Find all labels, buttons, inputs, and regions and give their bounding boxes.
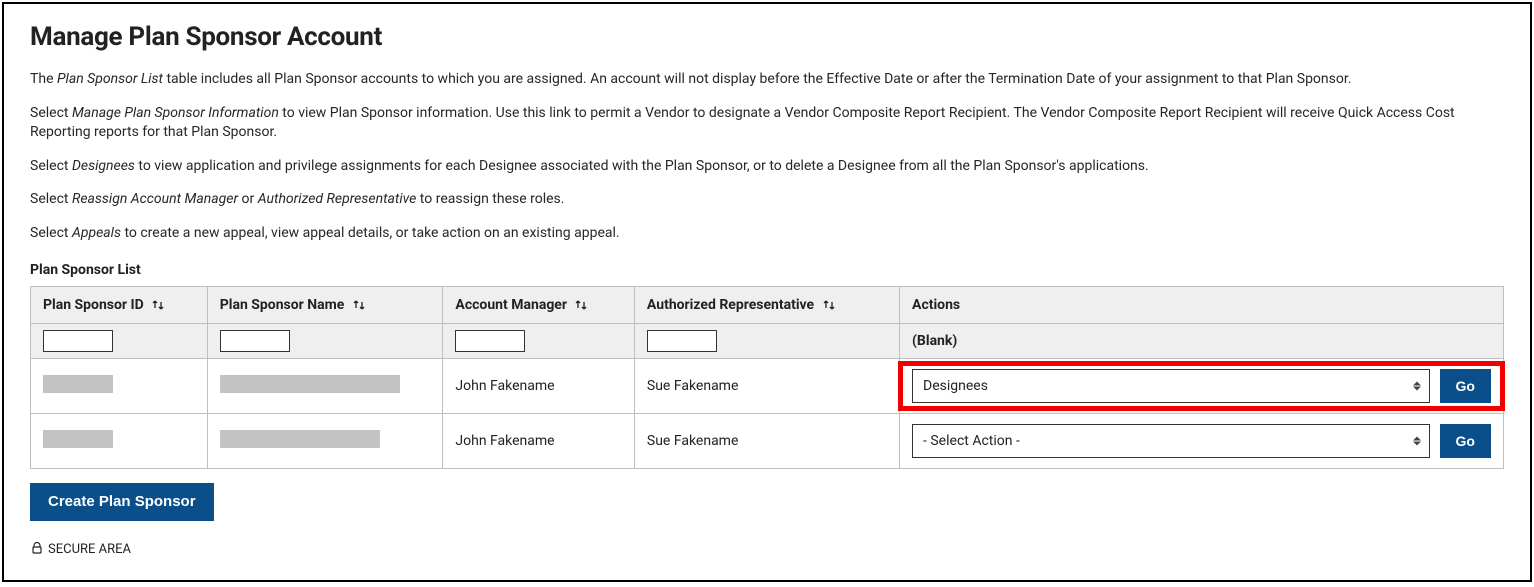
col-header-manager[interactable]: Account Manager: [443, 286, 634, 323]
sort-icon: [352, 298, 366, 312]
cell-rep: Sue Fakename: [634, 358, 899, 413]
go-button[interactable]: Go: [1440, 369, 1491, 403]
cell-manager: John Fakename: [443, 358, 634, 413]
filter-rep-input[interactable]: [647, 330, 717, 352]
redacted-name: [220, 430, 380, 448]
col-header-name[interactable]: Plan Sponsor Name: [207, 286, 443, 323]
go-button[interactable]: Go: [1440, 424, 1491, 458]
redacted-name: [220, 375, 400, 393]
cell-manager: John Fakename: [443, 413, 634, 468]
action-select[interactable]: Designees: [912, 369, 1430, 403]
intro-paragraph-5: Select Appeals to create a new appeal, v…: [30, 224, 1504, 244]
redacted-id: [43, 430, 113, 448]
sort-icon: [822, 298, 836, 312]
intro-paragraph-2: Select Manage Plan Sponsor Information t…: [30, 104, 1504, 143]
table-filter-row: (Blank): [31, 323, 1504, 358]
select-caret-icon: [1413, 436, 1421, 445]
action-select[interactable]: - Select Action -: [912, 424, 1430, 458]
filter-name-input[interactable]: [220, 330, 290, 352]
sort-icon: [574, 298, 588, 312]
page-title: Manage Plan Sponsor Account: [30, 22, 1504, 52]
lock-icon: [30, 541, 44, 559]
col-header-id[interactable]: Plan Sponsor ID: [31, 286, 208, 323]
table-row: John Fakename Sue Fakename Designees Go: [31, 358, 1504, 413]
filter-manager-input[interactable]: [455, 330, 525, 352]
select-caret-icon: [1413, 381, 1421, 390]
redacted-id: [43, 375, 113, 393]
secure-area-label: SECURE AREA: [30, 541, 1504, 559]
table-title: Plan Sponsor List: [30, 262, 1504, 278]
action-cell-highlighted: Designees Go: [912, 369, 1491, 403]
intro-paragraph-1: The Plan Sponsor List table includes all…: [30, 70, 1504, 90]
plan-sponsor-table: Plan Sponsor ID Plan Sponsor Name Accoun…: [30, 286, 1504, 469]
table-row: John Fakename Sue Fakename - Select Acti…: [31, 413, 1504, 468]
create-plan-sponsor-button[interactable]: Create Plan Sponsor: [30, 483, 214, 521]
intro-paragraph-4: Select Reassign Account Manager or Autho…: [30, 190, 1504, 210]
action-cell: - Select Action - Go: [912, 424, 1491, 458]
filter-id-input[interactable]: [43, 330, 113, 352]
col-header-actions: Actions: [900, 286, 1504, 323]
cell-rep: Sue Fakename: [634, 413, 899, 468]
intro-paragraph-3: Select Designees to view application and…: [30, 157, 1504, 177]
table-header-row: Plan Sponsor ID Plan Sponsor Name Accoun…: [31, 286, 1504, 323]
sort-icon: [151, 298, 165, 312]
col-header-rep[interactable]: Authorized Representative: [634, 286, 899, 323]
actions-blank-label: (Blank): [900, 323, 1504, 358]
